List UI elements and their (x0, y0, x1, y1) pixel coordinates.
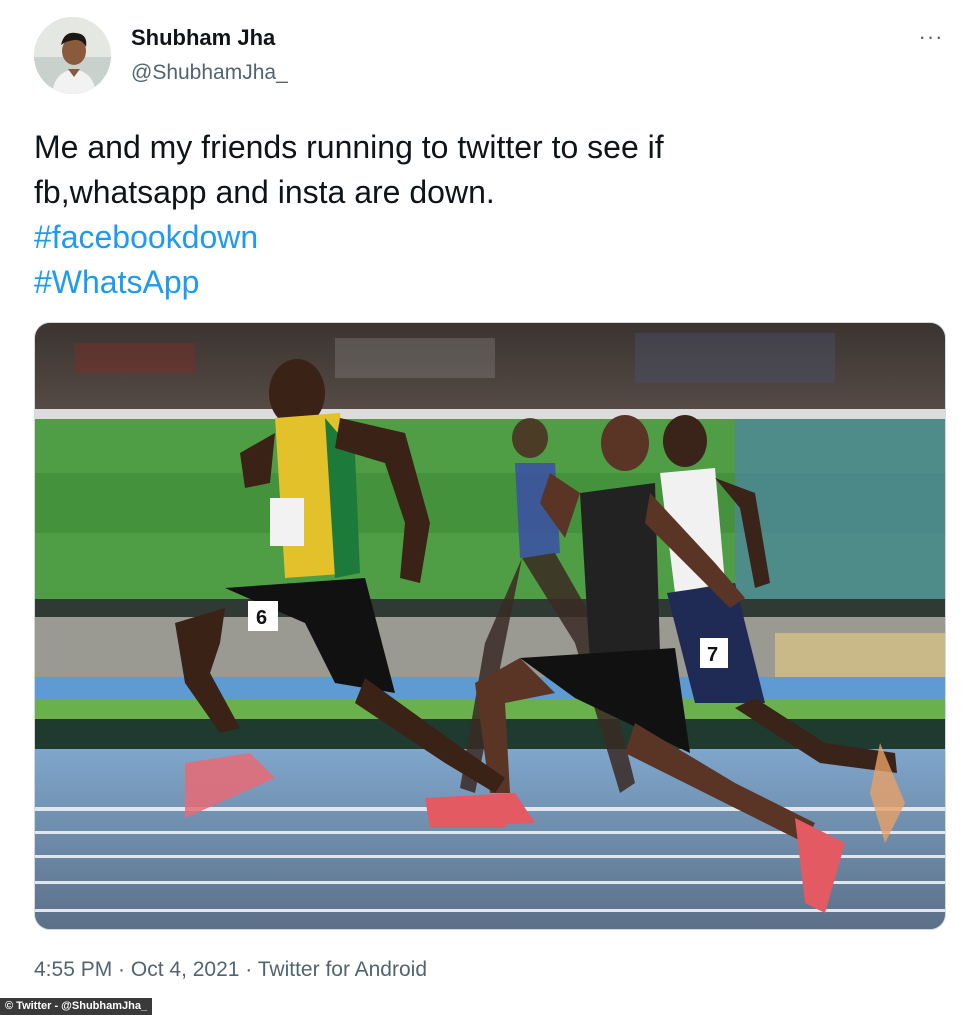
author-handle[interactable]: @ShubhamJha_ (131, 61, 288, 85)
more-options-icon[interactable]: ··· (914, 22, 948, 52)
avatar-image (34, 17, 111, 94)
tweet-metadata: 4:55 PM · Oct 4, 2021 · Twitter for Andr… (34, 958, 427, 982)
author-name[interactable]: Shubham Jha (131, 25, 275, 51)
hashtag-whatsapp[interactable]: #WhatsApp (34, 260, 914, 305)
sprinters-photo-illustration: 7 6 (35, 323, 945, 929)
hashtag-facebookdown[interactable]: #facebookdown (34, 215, 914, 260)
tweet-time[interactable]: 4:55 PM (34, 958, 112, 981)
tweet-date[interactable]: Oct 4, 2021 (131, 958, 240, 981)
tweet-text-line-1: Me and my friends running to twitter to … (34, 129, 664, 165)
image-credit: © Twitter - @ShubhamJha_ (0, 998, 153, 1015)
tweet-client[interactable]: Twitter for Android (258, 958, 427, 981)
meta-separator: · (239, 958, 258, 981)
tweet-text-line-2: fb,whatsapp and insta are down. (34, 174, 495, 210)
bib-number-6: 6 (256, 607, 267, 629)
author-avatar[interactable] (34, 17, 111, 94)
tweet-text: Me and my friends running to twitter to … (34, 125, 914, 305)
bib-number-7: 7 (707, 644, 718, 666)
tweet-photo[interactable]: 7 6 (34, 322, 946, 930)
meta-separator: · (112, 958, 131, 981)
